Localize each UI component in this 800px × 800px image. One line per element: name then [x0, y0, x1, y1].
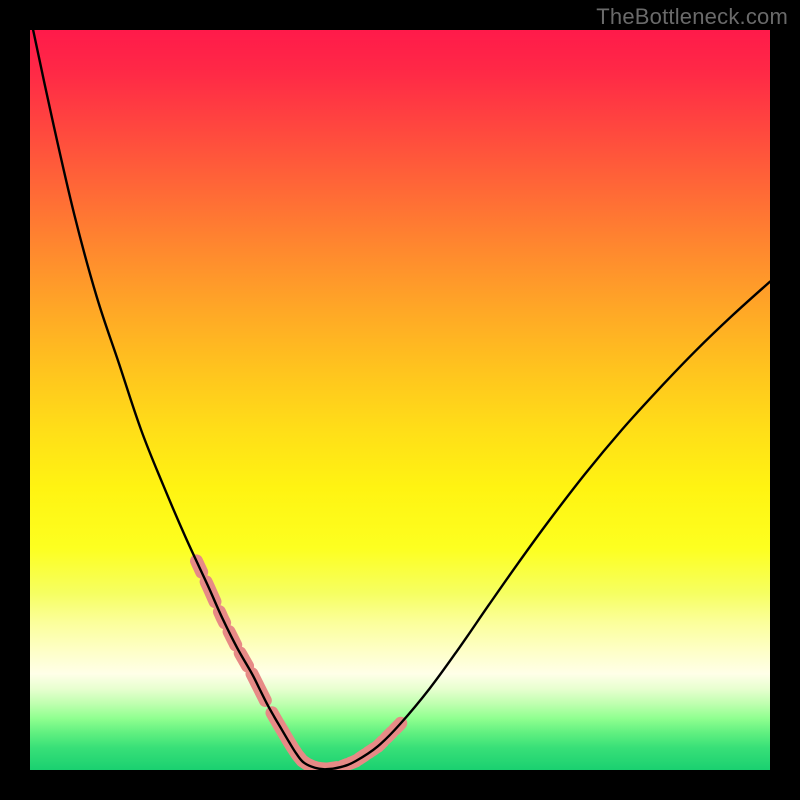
watermark-text: TheBottleneck.com	[596, 4, 788, 30]
bottleneck-curve-svg	[30, 30, 770, 770]
plot-area	[30, 30, 770, 770]
chart-frame: TheBottleneck.com	[0, 0, 800, 800]
salmon-segments-group	[197, 561, 401, 769]
bottleneck-curve-path	[30, 30, 770, 769]
salmon-segment	[288, 739, 338, 769]
